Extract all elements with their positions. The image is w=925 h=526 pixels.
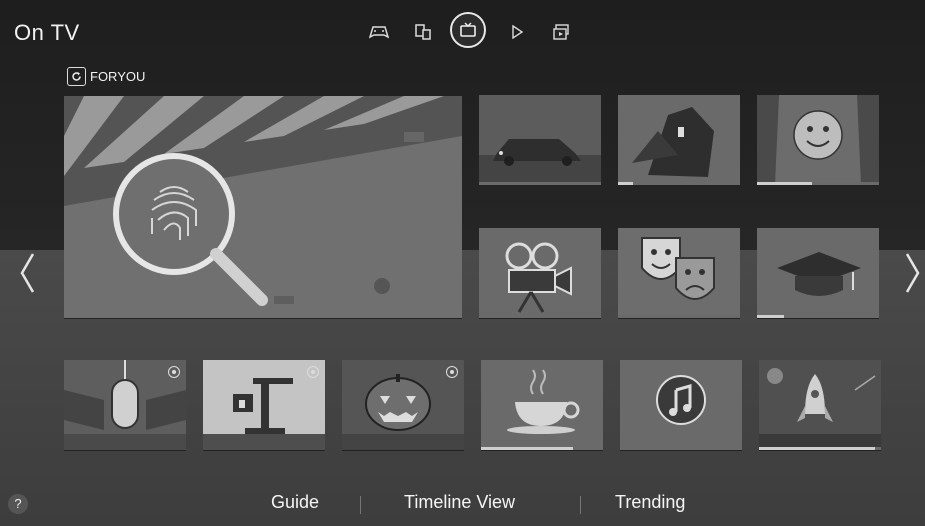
- tab-separator: [360, 496, 361, 514]
- tab-trending[interactable]: Trending: [615, 492, 685, 513]
- tab-separator: [580, 496, 581, 514]
- content-tile-11[interactable]: [620, 360, 742, 451]
- progress-track: [618, 182, 740, 185]
- scroll-left-button[interactable]: [18, 250, 36, 296]
- content-tile-9[interactable]: [342, 360, 464, 451]
- rocket-icon: [759, 360, 881, 450]
- progress-bar: [481, 447, 573, 450]
- music-note-icon: [620, 360, 742, 450]
- progress-bar: [759, 447, 875, 450]
- chevron-left-icon: [20, 253, 35, 293]
- crime-scene-icon: [618, 95, 740, 185]
- content-tile-4[interactable]: [479, 228, 601, 319]
- tv-icon[interactable]: [450, 12, 486, 48]
- content-tile-12[interactable]: [759, 360, 881, 451]
- section-label: FORYOU: [90, 69, 146, 84]
- chevron-right-icon: [905, 253, 920, 293]
- page-title: On TV: [14, 20, 80, 45]
- play-icon[interactable]: [500, 15, 534, 49]
- tab-guide[interactable]: Guide: [271, 492, 319, 513]
- tab-timeline-view[interactable]: Timeline View: [404, 492, 515, 513]
- scroll-right-button[interactable]: [904, 250, 922, 296]
- recording-badge-icon: [446, 366, 458, 378]
- fingerprint-magnifier-icon: [64, 96, 462, 318]
- coffee-cup-icon: [481, 360, 603, 450]
- recording-badge-icon: [307, 366, 319, 378]
- smiley-stage-icon: [757, 95, 879, 185]
- apps-icon[interactable]: [544, 15, 578, 49]
- top-navigation: [362, 10, 592, 54]
- gamepad-icon[interactable]: [362, 15, 396, 49]
- progress-track: [479, 182, 601, 185]
- progress-track: [620, 447, 742, 450]
- content-tile-5[interactable]: [618, 228, 740, 319]
- graduation-cap-icon: [757, 228, 879, 318]
- content-tile-1[interactable]: [479, 95, 601, 186]
- bottom-tab-bar: Guide Timeline View Trending: [0, 492, 925, 518]
- recording-badge-icon: [168, 366, 180, 378]
- progress-bar: [757, 182, 812, 185]
- drama-masks-icon: [618, 228, 740, 318]
- progress-track: [479, 315, 601, 318]
- devices-icon[interactable]: [406, 15, 440, 49]
- progress-bar: [618, 182, 633, 185]
- content-tile-6[interactable]: [757, 228, 879, 319]
- progress-bar: [757, 315, 784, 318]
- movie-projector-icon: [479, 228, 601, 318]
- content-tile-2[interactable]: [618, 95, 740, 186]
- content-tile-10[interactable]: [481, 360, 603, 451]
- section-header: FORYOU: [67, 67, 145, 86]
- car-night-icon: [479, 95, 601, 185]
- featured-tile[interactable]: [64, 96, 462, 319]
- content-tile-7[interactable]: [64, 360, 186, 451]
- progress-track: [618, 315, 740, 318]
- content-tile-8[interactable]: [203, 360, 325, 451]
- refresh-icon[interactable]: [67, 67, 86, 86]
- content-tile-3[interactable]: [757, 95, 879, 186]
